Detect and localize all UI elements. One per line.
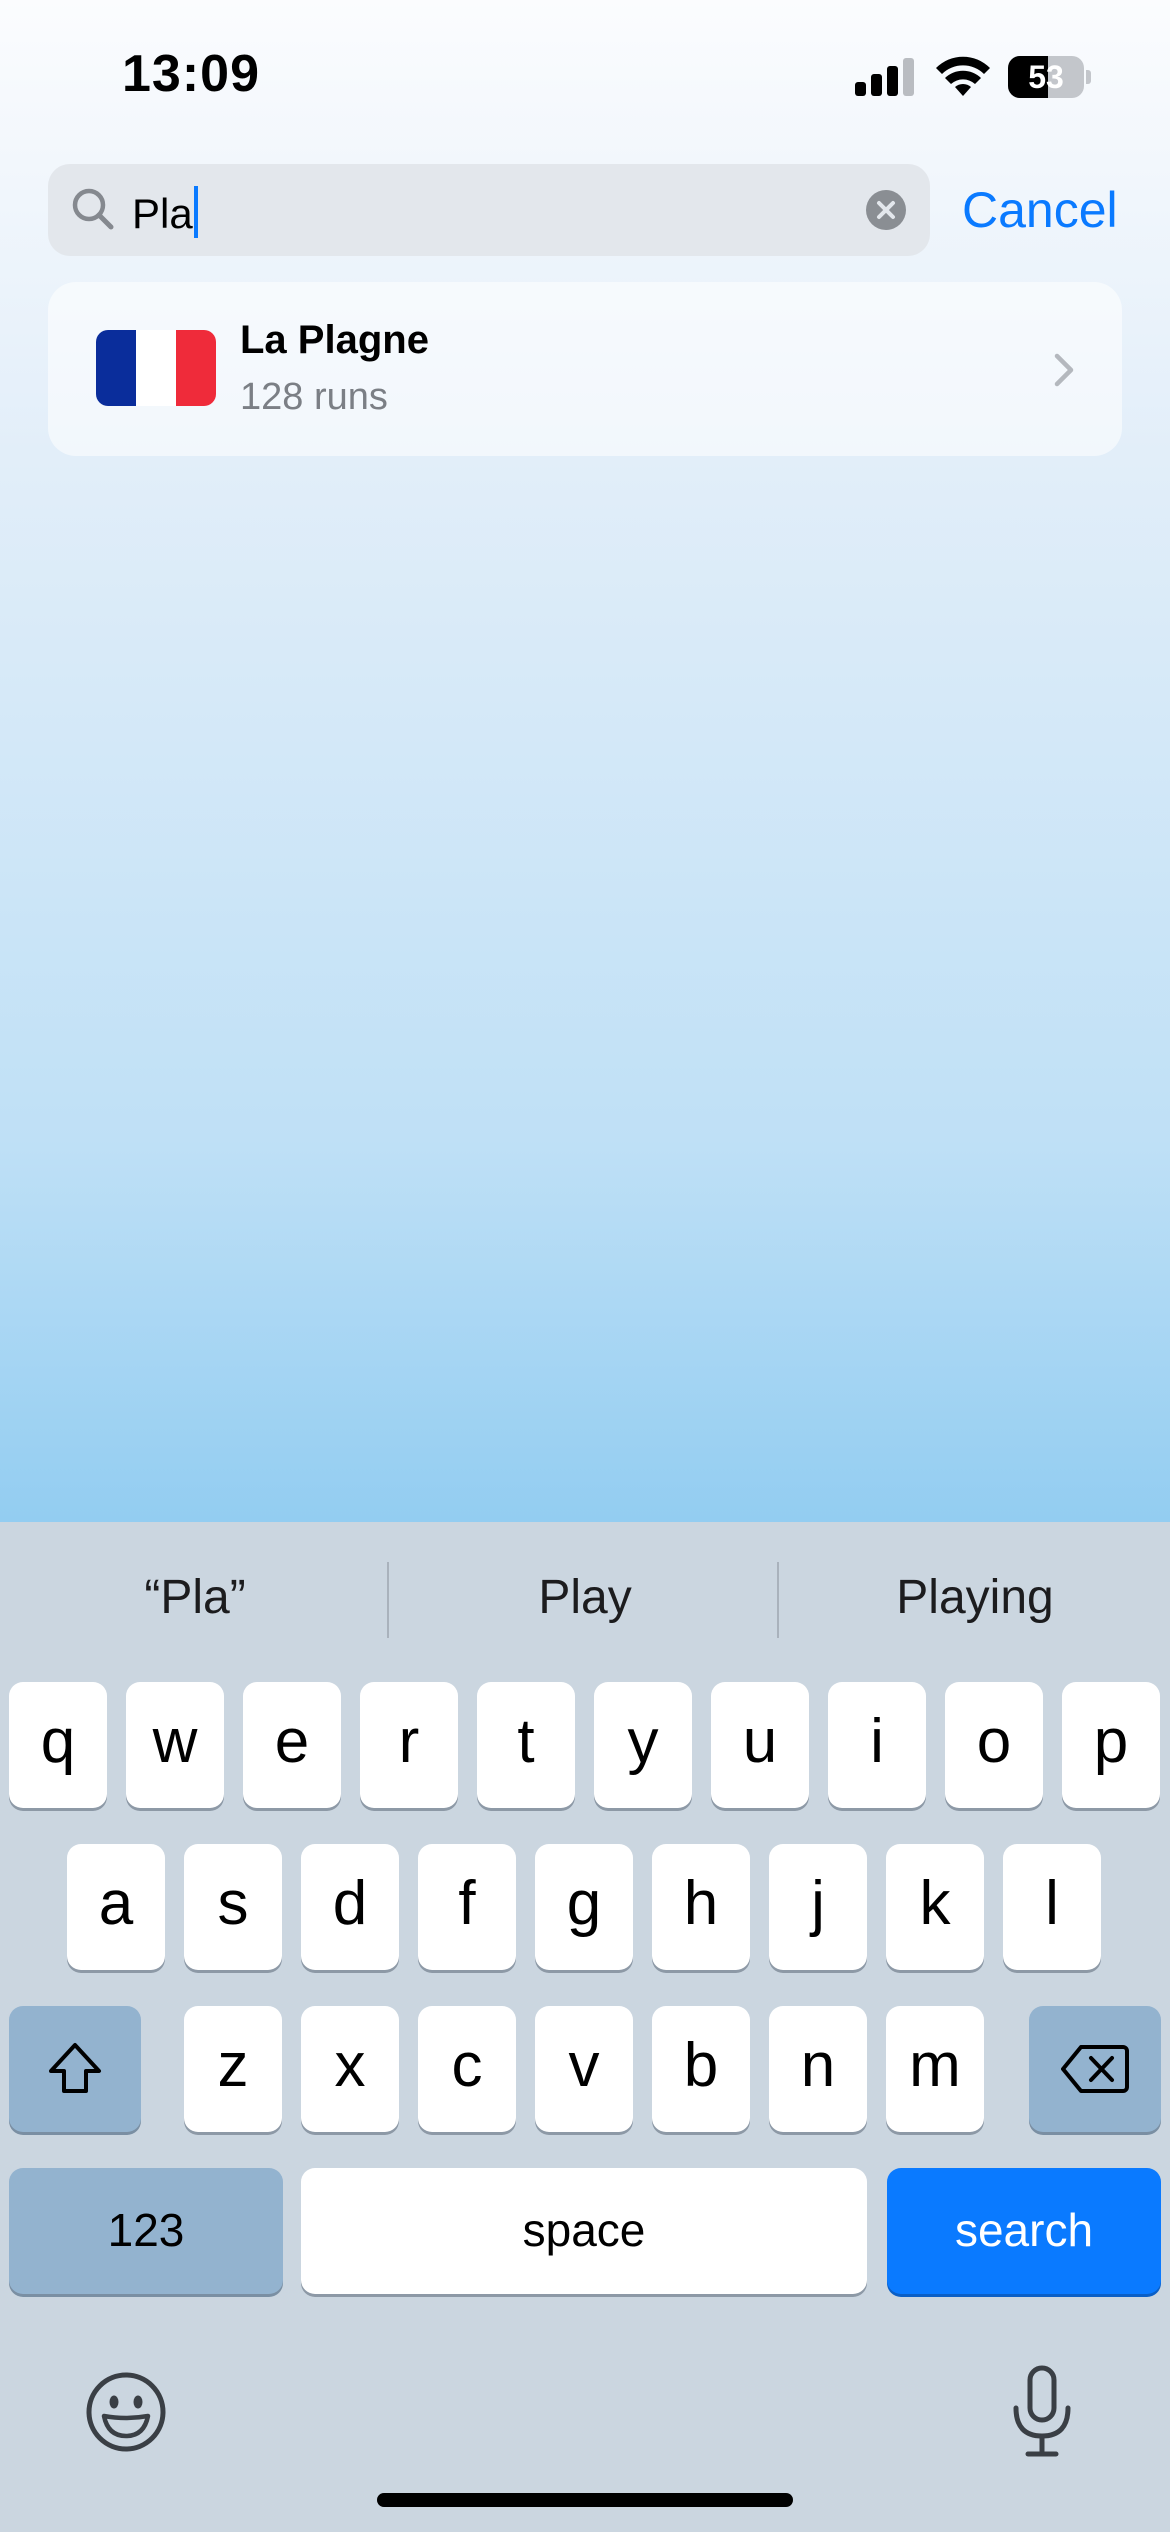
key-u[interactable]: u xyxy=(711,1682,809,1808)
key-t[interactable]: t xyxy=(477,1682,575,1808)
microphone-icon[interactable] xyxy=(1006,2364,1078,2460)
cellular-signal-icon xyxy=(855,58,915,96)
suggestion-divider xyxy=(387,1562,389,1638)
cancel-button[interactable]: Cancel xyxy=(962,180,1118,240)
shift-key[interactable] xyxy=(9,2006,141,2132)
space-key[interactable]: space xyxy=(301,2168,867,2294)
key-i[interactable]: i xyxy=(828,1682,926,1808)
search-input[interactable]: Pla xyxy=(132,186,198,238)
search-key[interactable]: search xyxy=(887,2168,1161,2294)
suggestion-item[interactable]: Play xyxy=(390,1568,780,1628)
key-d[interactable]: d xyxy=(301,1844,399,1970)
search-field[interactable]: Pla xyxy=(48,164,930,256)
delete-key[interactable] xyxy=(1029,2006,1161,2132)
key-j[interactable]: j xyxy=(769,1844,867,1970)
key-m[interactable]: m xyxy=(886,2006,984,2132)
search-query: Pla xyxy=(132,190,193,237)
key-l[interactable]: l xyxy=(1003,1844,1101,1970)
keyboard: “Pla” Play Playing q w e r t y u i o p a… xyxy=(0,1522,1170,2532)
key-p[interactable]: p xyxy=(1062,1682,1160,1808)
clear-icon xyxy=(877,201,895,219)
backspace-icon xyxy=(1061,2045,1129,2093)
wifi-icon xyxy=(936,56,990,96)
key-z[interactable]: z xyxy=(184,2006,282,2132)
home-indicator xyxy=(377,2493,793,2507)
suggestion-item[interactable]: Playing xyxy=(780,1568,1170,1628)
key-b[interactable]: b xyxy=(652,2006,750,2132)
suggestion-divider xyxy=(777,1562,779,1638)
search-result-item[interactable]: La Plagne 128 runs xyxy=(48,282,1122,456)
key-e[interactable]: e xyxy=(243,1682,341,1808)
key-g[interactable]: g xyxy=(535,1844,633,1970)
key-h[interactable]: h xyxy=(652,1844,750,1970)
key-n[interactable]: n xyxy=(769,2006,867,2132)
france-flag-icon xyxy=(96,330,216,406)
key-v[interactable]: v xyxy=(535,2006,633,2132)
text-cursor xyxy=(193,186,198,238)
result-title: La Plagne xyxy=(240,318,429,362)
predictive-text-bar: “Pla” Play Playing xyxy=(0,1522,1170,1672)
chevron-right-icon xyxy=(1054,353,1074,387)
key-a[interactable]: a xyxy=(67,1844,165,1970)
key-k[interactable]: k xyxy=(886,1844,984,1970)
battery-icon: 53 xyxy=(1008,56,1091,98)
key-s[interactable]: s xyxy=(184,1844,282,1970)
key-y[interactable]: y xyxy=(594,1682,692,1808)
key-r[interactable]: r xyxy=(360,1682,458,1808)
clear-search-button[interactable] xyxy=(866,190,906,230)
numbers-key[interactable]: 123 xyxy=(9,2168,283,2294)
key-c[interactable]: c xyxy=(418,2006,516,2132)
status-bar: 13:09 53 xyxy=(0,0,1170,150)
key-q[interactable]: q xyxy=(9,1682,107,1808)
search-icon xyxy=(72,188,114,230)
suggestion-item[interactable]: “Pla” xyxy=(0,1568,390,1628)
key-f[interactable]: f xyxy=(418,1844,516,1970)
key-x[interactable]: x xyxy=(301,2006,399,2132)
status-time: 13:09 xyxy=(122,45,260,103)
emoji-icon[interactable] xyxy=(84,2370,168,2454)
result-subtitle: 128 runs xyxy=(240,376,388,418)
key-w[interactable]: w xyxy=(126,1682,224,1808)
key-o[interactable]: o xyxy=(945,1682,1043,1808)
shift-icon xyxy=(49,2043,101,2093)
battery-level: 53 xyxy=(1028,59,1064,95)
